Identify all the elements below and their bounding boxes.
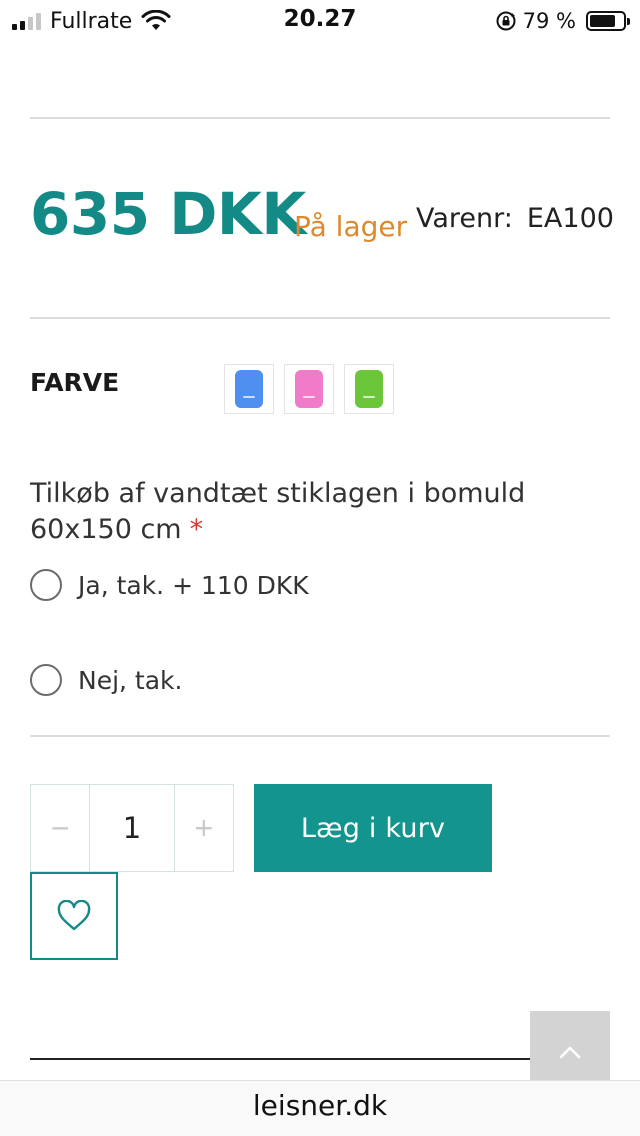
wishlist-button[interactable] xyxy=(30,872,118,960)
status-right: 79 % xyxy=(495,6,630,36)
heart-icon xyxy=(57,900,91,931)
addon-question-text: Tilkøb af vandtæt stiklagen i bomuld 60x… xyxy=(30,478,526,545)
required-mark: * xyxy=(189,514,204,545)
quantity-increase-button[interactable]: + xyxy=(175,785,233,871)
quantity-stepper: − 1 + xyxy=(30,784,234,872)
color-swatch-blue[interactable] xyxy=(224,364,274,414)
addon-option-yes[interactable]: Ja, tak. + 110 DKK xyxy=(30,569,309,601)
swatch-image xyxy=(295,370,323,408)
sku: Varenr: EA100 xyxy=(416,203,614,234)
url-text: leisner.dk xyxy=(252,1089,388,1122)
battery-icon xyxy=(586,11,630,31)
battery-percent: 79 % xyxy=(522,9,576,33)
radio-button[interactable] xyxy=(30,664,62,696)
divider xyxy=(30,117,610,119)
color-swatch-green[interactable] xyxy=(344,364,394,414)
add-to-cart-button[interactable]: Læg i kurv xyxy=(254,784,492,872)
color-swatch-pink[interactable] xyxy=(284,364,334,414)
battery-level xyxy=(590,15,616,27)
sku-label: Varenr: xyxy=(416,203,513,234)
addon-option-label: Ja, tak. + 110 DKK xyxy=(78,570,309,600)
color-label: FARVE xyxy=(30,368,120,397)
swatch-image xyxy=(355,370,383,408)
quantity-decrease-button[interactable]: − xyxy=(31,785,89,871)
addon-option-no[interactable]: Nej, tak. xyxy=(30,664,182,696)
product-price: 635 DKK xyxy=(30,180,306,248)
addon-option-label: Nej, tak. xyxy=(78,665,183,695)
divider xyxy=(30,735,610,737)
stock-status: På lager xyxy=(294,210,408,243)
status-bar: Fullrate 20.27 79 % xyxy=(0,0,640,42)
section-divider xyxy=(30,1058,535,1060)
swatch-image xyxy=(235,370,263,408)
rotation-lock-icon xyxy=(496,11,516,31)
radio-button[interactable] xyxy=(30,569,62,601)
browser-address-bar[interactable]: leisner.dk xyxy=(0,1080,640,1136)
addon-question: Tilkøb af vandtæt stiklagen i bomuld 60x… xyxy=(30,476,620,548)
divider xyxy=(30,317,610,319)
quantity-input[interactable]: 1 xyxy=(89,785,175,871)
chevron-up-icon xyxy=(559,1046,581,1059)
sku-value: EA100 xyxy=(526,203,614,234)
